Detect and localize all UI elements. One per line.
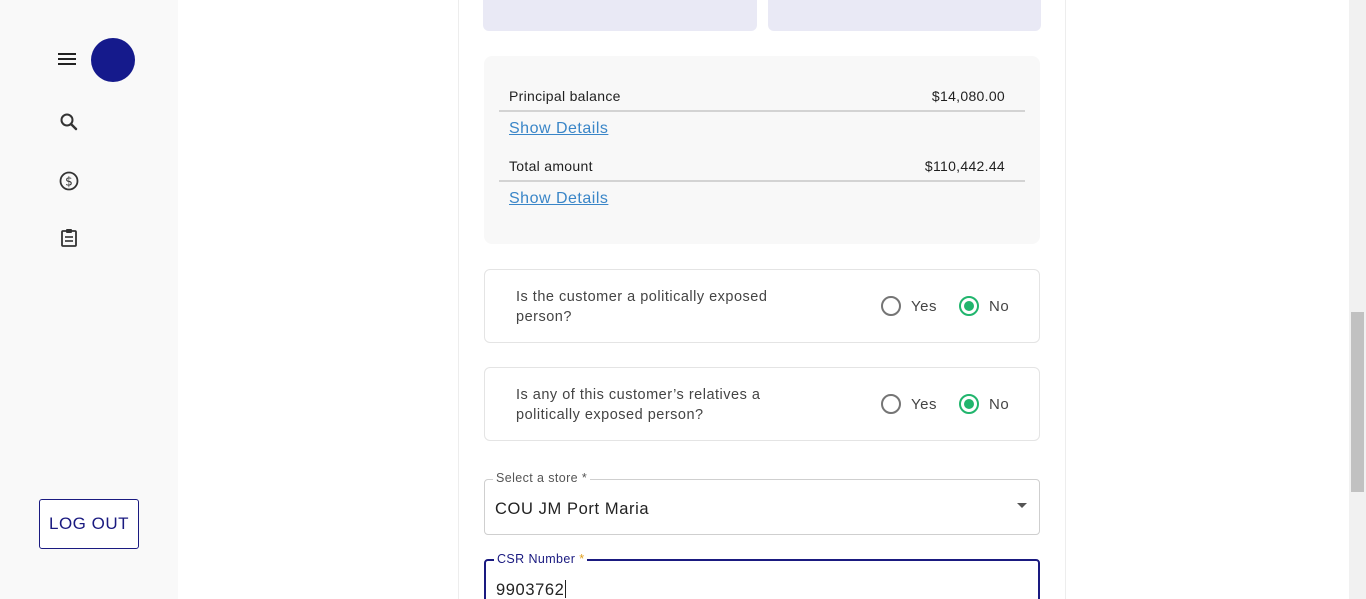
search-icon[interactable] bbox=[57, 110, 81, 134]
pep-question-text: Is the customer a politically exposed pe… bbox=[516, 289, 768, 325]
svg-text:$: $ bbox=[65, 175, 73, 189]
radio-checked-icon[interactable] bbox=[959, 296, 979, 316]
radio-unchecked-icon[interactable] bbox=[881, 394, 901, 414]
csr-number-label-text: CSR Number bbox=[497, 552, 576, 566]
store-select-label: Select a store * bbox=[493, 471, 591, 485]
total-amount-value: $110,442.44 bbox=[924, 158, 1005, 174]
text-cursor bbox=[565, 580, 567, 598]
pep-relatives-yes-radio[interactable]: Yes bbox=[881, 393, 937, 415]
principal-balance-row: Principal balance $14,080.00 bbox=[499, 72, 1025, 112]
logout-button[interactable]: LOG OUT bbox=[39, 499, 139, 549]
csr-number-value[interactable]: 9903762 bbox=[496, 580, 567, 599]
dollar-circle-icon[interactable]: $ bbox=[57, 169, 81, 193]
required-mark: * bbox=[579, 552, 585, 566]
sidebar: $ LOG OUT bbox=[0, 0, 178, 599]
menu-icon[interactable] bbox=[57, 50, 77, 68]
radio-label-no: No bbox=[989, 297, 1010, 315]
avatar[interactable] bbox=[91, 38, 135, 82]
principal-balance-label: Principal balance bbox=[509, 88, 621, 104]
pep-question-card: Is the customer a politically exposed pe… bbox=[484, 269, 1040, 343]
balance-card: Principal balance $14,080.00 Total amoun… bbox=[484, 56, 1040, 244]
csr-number-text: 9903762 bbox=[496, 581, 565, 599]
pep-relatives-question-text: Is any of this customer’s relatives a po… bbox=[516, 387, 761, 423]
principal-balance-value: $14,080.00 bbox=[931, 88, 1005, 104]
pep-yes-radio[interactable]: Yes bbox=[881, 295, 937, 317]
radio-label-no: No bbox=[989, 395, 1010, 413]
csr-number-label: CSR Number * bbox=[494, 552, 588, 566]
scrollbar-thumb[interactable] bbox=[1351, 312, 1364, 492]
csr-number-field[interactable]: CSR Number * 9903762 bbox=[484, 552, 1040, 599]
total-amount-row: Total amount $110,442.44 bbox=[499, 142, 1025, 182]
store-select-value: COU JM Port Maria bbox=[495, 500, 650, 518]
radio-checked-icon[interactable] bbox=[959, 394, 979, 414]
info-card-right bbox=[768, 0, 1041, 31]
clipboard-icon[interactable] bbox=[57, 226, 81, 250]
radio-unchecked-icon[interactable] bbox=[881, 296, 901, 316]
info-card-left bbox=[483, 0, 757, 31]
pep-relatives-no-radio[interactable]: No bbox=[959, 393, 1009, 415]
radio-label-yes: Yes bbox=[911, 395, 937, 413]
pep-relatives-question-card: Is any of this customer’s relatives a po… bbox=[484, 367, 1040, 441]
chevron-down-icon[interactable] bbox=[1017, 503, 1027, 508]
pep-no-radio[interactable]: No bbox=[959, 295, 1009, 317]
store-select[interactable]: Select a store * COU JM Port Maria bbox=[484, 471, 1040, 535]
radio-label-yes: Yes bbox=[911, 297, 937, 315]
page-scrollbar[interactable] bbox=[1349, 0, 1366, 599]
principal-show-details-link[interactable]: Show Details bbox=[509, 120, 608, 138]
total-amount-label: Total amount bbox=[509, 158, 593, 174]
total-show-details-link[interactable]: Show Details bbox=[509, 190, 608, 208]
